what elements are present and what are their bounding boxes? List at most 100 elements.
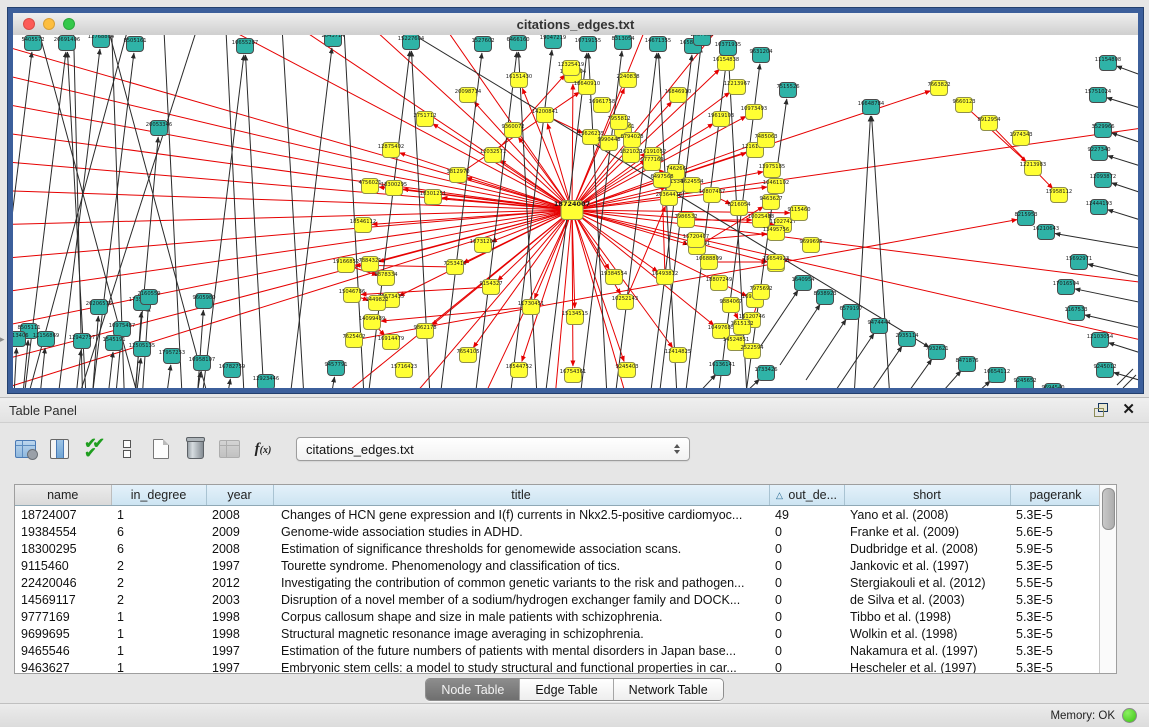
table-row[interactable]: 911546021997Tourette syndrome. Phenomeno… [15,557,1099,574]
network-node-label: 19047219 [540,35,566,41]
collapsed-panel-arrow[interactable]: ▸ [0,334,5,345]
network-node-label: 2751712 [413,113,436,119]
tab-network-table[interactable]: Network Table [614,679,723,700]
column-header-out-de-[interactable]: △ out_de... [769,485,844,506]
table-row[interactable]: 1830029562008Estimation of significance … [15,540,1099,557]
network-node-label: 10973493 [741,106,767,112]
network-node-label: 1615132 [730,321,753,327]
function-builder-icon[interactable]: f(x) [250,436,276,462]
network-node-label: 18301251 [420,191,446,197]
network-node-label: 10807487 [699,189,725,195]
table-scrollbar-thumb[interactable] [1102,488,1115,530]
network-node-label: 16210643 [1033,226,1059,232]
table-row[interactable]: 1456911722003Disruption of a novel membe… [15,591,1099,608]
network-node-label: 9457791 [324,362,347,368]
create-table-icon[interactable] [148,436,174,462]
network-node-label: 2160559 [137,291,160,297]
network-node-label: 2087682 [690,35,713,38]
dropdown-stepper-icon [672,444,681,454]
network-node-label: 8471876 [955,358,978,364]
network-node-label: 9360072 [501,124,524,130]
network-node-label: 9154327 [479,281,502,287]
network-node-label: 16191052 [640,149,666,155]
network-node-label: 11154808 [1095,57,1121,63]
network-canvas[interactable]: 2240838168469101961910312161064104611021… [13,35,1138,388]
network-node-label: 14671355 [645,38,671,44]
network-node-label: 1545191 [102,337,125,343]
network-node-label: 4756021 [358,180,381,186]
network-node-label: 15716423 [391,364,417,370]
network-node-label: 9660123 [952,99,975,105]
network-node-label: 6216054 [727,202,751,208]
table-selector-dropdown[interactable]: citations_edges.txt [296,437,690,461]
network-node-label: 10719155 [575,38,601,44]
column-header-pagerank[interactable]: pagerank [1010,485,1099,506]
table-panel-header[interactable]: Table Panel ✕ [0,398,1149,423]
network-node-label: 14200841 [532,109,558,115]
table-settings-icon[interactable] [12,436,38,462]
network-node-label: 12325419 [558,62,584,68]
network-node-label: 9115460 [787,207,810,213]
table-tabs-bar: Node TableEdge TableNetwork Table [0,678,1149,702]
network-window-titlebar[interactable]: citations_edges.txt [13,13,1138,36]
network-node-label: 9245403 [615,364,638,370]
network-canvas-container[interactable]: 2240838168469101961910312161064104611021… [13,35,1138,388]
network-node-label: 10975487 [109,323,135,329]
network-node-label: 10252143 [612,296,638,302]
status-bar: Memory: OK [0,703,1149,727]
network-node-label: 9699695 [799,239,822,245]
table-row[interactable]: 969969511998Structural magnetic resonanc… [15,625,1099,642]
node-table[interactable]: namein_degreeyeartitle△ out_de...shortpa… [15,485,1099,673]
network-node-label: 9862178 [413,325,436,331]
network-node-label: 3624554 [680,179,704,185]
table-scrollbar[interactable] [1099,485,1116,673]
row-height-icon[interactable] [114,436,140,462]
network-node-label: 10654112 [984,369,1010,375]
table-panel-title: Table Panel [9,403,1094,418]
network-node-label: 16151430 [506,74,532,80]
column-header-title[interactable]: title [273,485,769,506]
network-node-label: 6579197 [839,306,862,312]
network-node-label: 19166852 [333,259,359,265]
network-node-label: 16136141 [709,362,735,368]
column-header-year[interactable]: year [206,485,273,506]
network-node-label: 18724007 [554,200,590,208]
select-columns-icon[interactable] [46,436,72,462]
network-node-label: 7654105 [456,349,479,355]
network-node-label: 14524851 [723,337,749,343]
network-node-label: 12414825 [665,349,691,355]
network-node-label: 12093872 [1090,174,1116,180]
memory-ok-icon [1122,708,1137,723]
table-row[interactable]: 1938455462009Genome-wide association stu… [15,523,1099,540]
network-window-title: citations_edges.txt [13,17,1138,32]
table-row[interactable]: 2242004622012Investigating the contribut… [15,574,1099,591]
float-panel-icon[interactable] [1094,403,1110,417]
network-node-label: 16648784 [858,101,885,107]
column-header-name[interactable]: name [15,485,111,506]
network-node-label: 9245012 [1093,364,1116,370]
table-header-row[interactable]: namein_degreeyeartitle△ out_de...shortpa… [15,485,1099,506]
table-row[interactable]: 946554611997Estimation of the future num… [15,642,1099,659]
network-node-label: 3913406 [13,333,29,339]
network-node-label: 17016504 [1053,281,1080,287]
network-node-label: 7625402 [342,334,365,340]
network-view-window[interactable]: citations_edges.txt 22408381684691019619… [8,8,1143,393]
network-node-label: 18544752 [506,364,532,370]
network-node-label: 7975692 [749,286,772,292]
close-panel-icon[interactable]: ✕ [1122,403,1135,417]
delete-table-icon[interactable] [182,436,208,462]
network-node-label: 1527602 [471,38,494,44]
column-header-in-degree[interactable]: in_degree [111,485,206,506]
select-all-rows-icon[interactable]: ✔✔✔ [80,436,106,462]
network-node-label: 8505161 [123,38,146,44]
tab-edge-table[interactable]: Edge Table [520,679,613,700]
cytoscape-desktop: ▸ citations_edges.txt 224083816846910196… [0,0,1149,727]
network-node-label: 5405572 [21,37,44,43]
table-row[interactable]: 977716911998Corpus callosum shape and si… [15,608,1099,625]
column-header-short[interactable]: short [844,485,1010,506]
table-row[interactable]: 946362711997Embryonic stem cells: a mode… [15,659,1099,673]
table-row[interactable]: 1872400712008Changes of HCN gene express… [15,506,1099,524]
network-node-label: 9245652 [1013,378,1036,384]
network-node-label: 10688809 [696,256,722,262]
tab-node-table[interactable]: Node Table [426,679,520,700]
